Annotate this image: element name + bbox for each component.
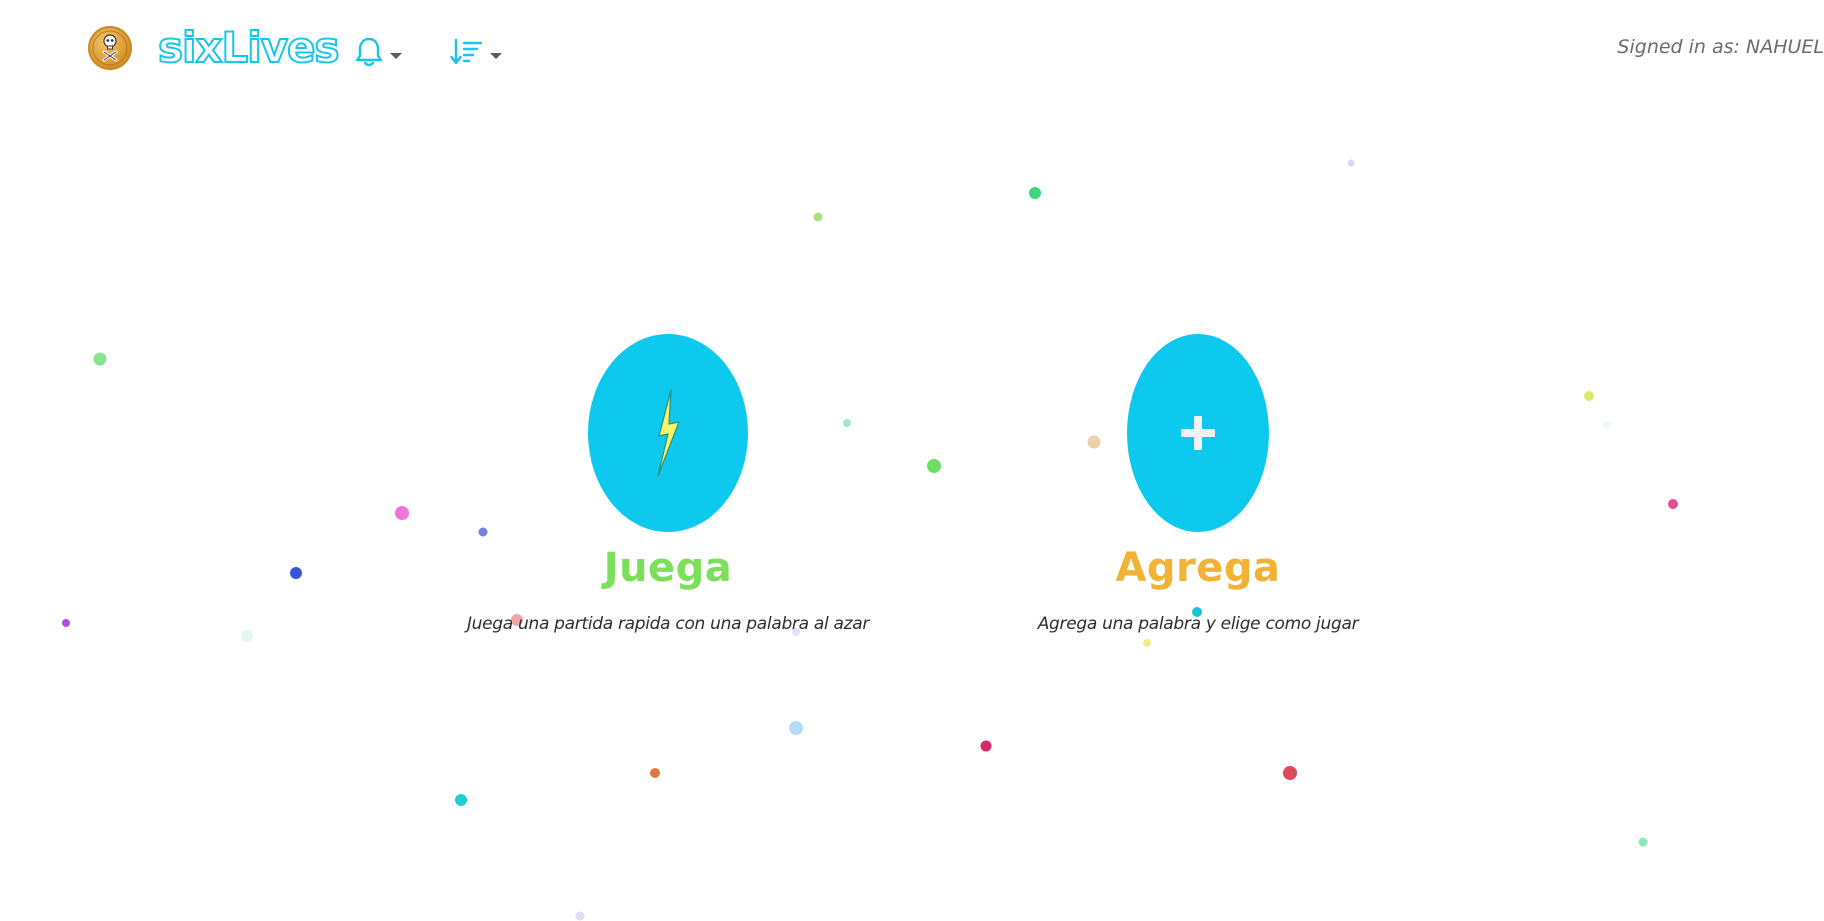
chevron-down-icon [490, 53, 502, 59]
add-word-description: Agrega una palabra y elige como jugar [1037, 614, 1359, 634]
confetti-dot [1347, 159, 1355, 167]
page: sixLives Signed in as: NAHUEL Juega Jueg… [0, 0, 1824, 921]
quick-play-title: Juega [603, 545, 733, 591]
add-word-button[interactable] [1127, 334, 1269, 532]
confetti-dot [1638, 837, 1648, 847]
confetti-dot [813, 212, 823, 222]
quick-play-button[interactable] [588, 334, 748, 532]
skull-coin-icon[interactable] [88, 26, 132, 70]
confetti-dot [1143, 639, 1151, 647]
confetti-dot [1283, 766, 1297, 780]
confetti-dot [455, 794, 467, 806]
confetti-dot [789, 721, 803, 735]
sort-descending-icon [450, 37, 484, 71]
confetti-dot [62, 619, 70, 627]
confetti-dot [1029, 187, 1041, 199]
confetti-dot [1603, 421, 1611, 429]
add-word-card: Agrega Agrega una palabra y elige como j… [1000, 334, 1396, 634]
confetti-dot [1584, 391, 1594, 401]
confetti-layer [62, 159, 1678, 921]
notifications-dropdown[interactable] [354, 34, 402, 74]
add-word-title: Agrega [1115, 545, 1281, 591]
confetti-dot [93, 352, 107, 366]
signed-in-label: Signed in as: NAHUEL [1617, 36, 1824, 58]
quick-play-card: Juega Juega una partida rapida con una p… [450, 334, 886, 634]
confetti-dot [575, 911, 585, 921]
confetti-dot [650, 768, 660, 778]
navbar: sixLives Signed in as: NAHUEL [0, 0, 1824, 100]
confetti-dot [927, 459, 941, 473]
chevron-down-icon [390, 53, 402, 59]
confetti-dot [980, 740, 992, 752]
bell-icon [354, 36, 384, 72]
confetti-dot [1668, 499, 1678, 509]
brand-name[interactable]: sixLives [157, 22, 341, 74]
quick-play-description: Juega una partida rapida con una palabra… [466, 614, 870, 634]
confetti-dot [241, 630, 253, 642]
sort-dropdown[interactable] [450, 34, 502, 74]
confetti-dot [395, 506, 409, 520]
confetti-dot [290, 567, 302, 579]
